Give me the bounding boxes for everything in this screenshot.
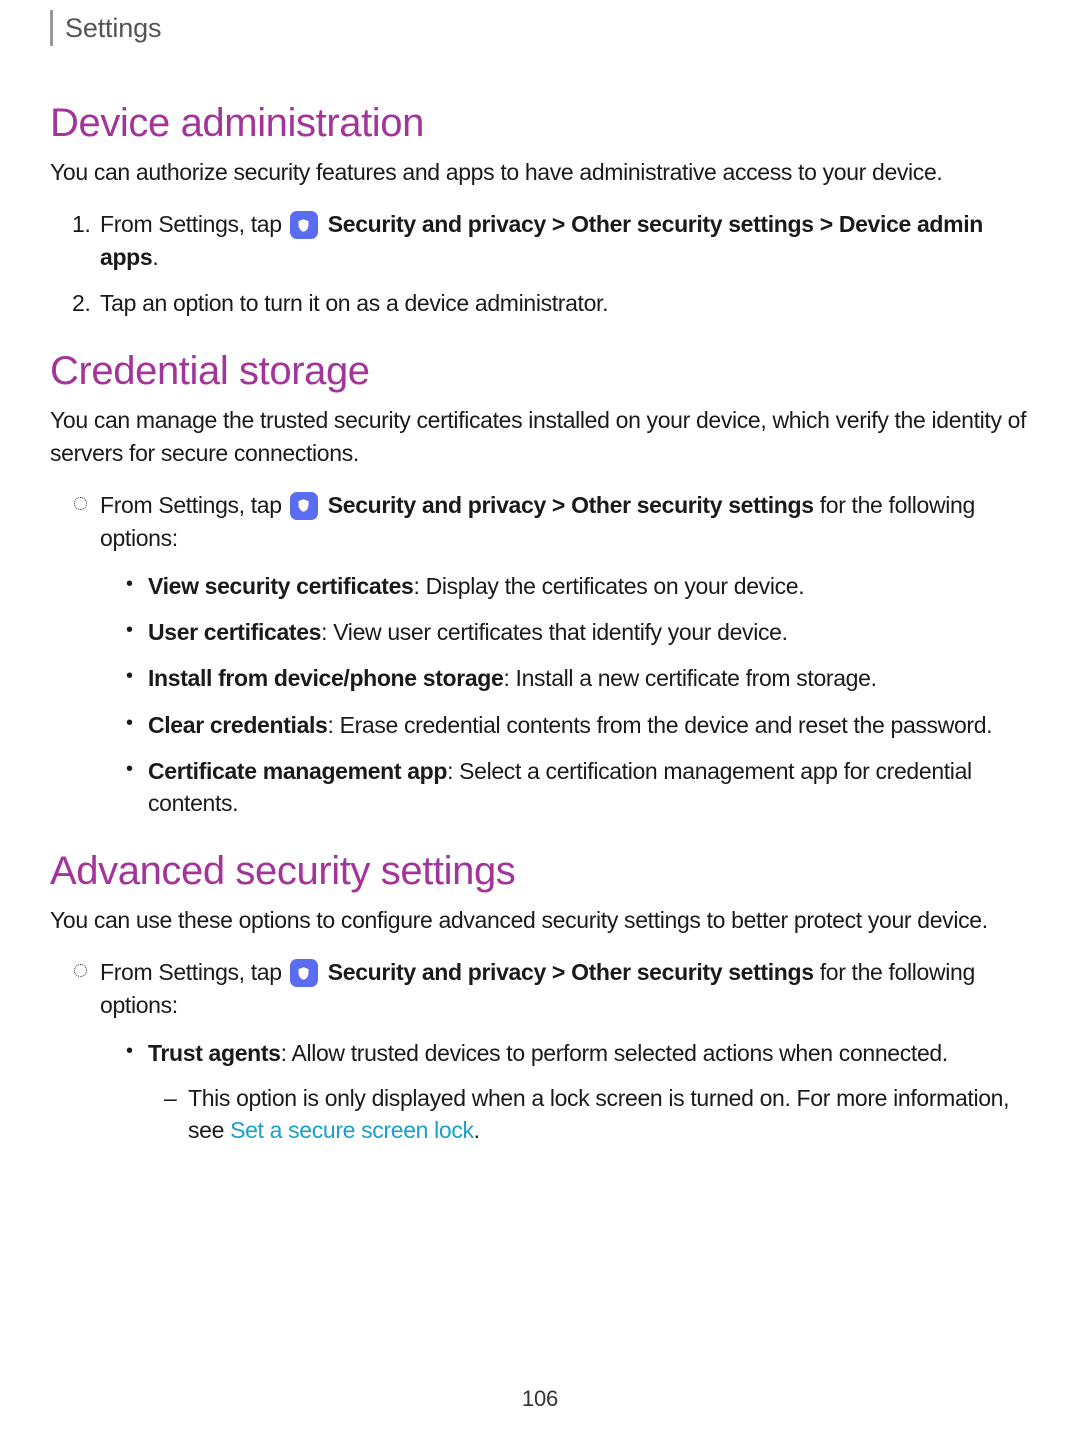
section-credential-storage: Credential storage You can manage the tr… [50, 349, 1030, 819]
bullet-prefix: From Settings, tap [100, 492, 288, 518]
step-1: From Settings, tap Security and privacy … [100, 208, 1030, 273]
option-view-security-certificates: View security certificates: Display the … [148, 570, 1030, 602]
options-advanced-security: Trust agents: Allow trusted devices to p… [100, 1037, 1030, 1146]
option-clear-credentials: Clear credentials: Erase credential cont… [148, 709, 1030, 741]
section-device-administration: Device administration You can authorize … [50, 101, 1030, 319]
option-user-certificates: User certificates: View user certificate… [148, 616, 1030, 648]
bullet-bold: Security and privacy > Other security se… [328, 959, 814, 985]
note-period: . [474, 1117, 480, 1143]
shield-icon [290, 492, 318, 520]
heading-credential-storage: Credential storage [50, 349, 1030, 394]
page-number: 106 [50, 1386, 1030, 1412]
desc-credential-storage: You can manage the trusted security cert… [50, 404, 1030, 468]
step-1-prefix: From Settings, tap [100, 211, 288, 237]
bullet-advanced-path: From Settings, tap Security and privacy … [100, 956, 1030, 1146]
shield-icon [290, 211, 318, 239]
section-advanced-security: Advanced security settings You can use t… [50, 849, 1030, 1146]
bullets-advanced-security: From Settings, tap Security and privacy … [50, 956, 1030, 1146]
breadcrumb-divider [50, 10, 53, 46]
bullet-bold: Security and privacy > Other security se… [328, 492, 814, 518]
step-1-period: . [152, 244, 158, 270]
option-install-from-storage: Install from device/phone storage: Insta… [148, 662, 1030, 694]
bullet-prefix: From Settings, tap [100, 959, 288, 985]
breadcrumb-label: Settings [65, 13, 161, 44]
link-set-secure-screen-lock[interactable]: Set a secure screen lock [230, 1117, 474, 1143]
breadcrumb: Settings [50, 10, 1030, 46]
note-lock-screen: This option is only displayed when a loc… [188, 1082, 1030, 1146]
heading-device-administration: Device administration [50, 101, 1030, 146]
options-credential-storage: View security certificates: Display the … [100, 570, 1030, 819]
option-trust-agents: Trust agents: Allow trusted devices to p… [148, 1037, 1030, 1146]
desc-device-administration: You can authorize security features and … [50, 156, 1030, 188]
desc-advanced-security: You can use these options to configure a… [50, 904, 1030, 936]
bullets-credential-storage: From Settings, tap Security and privacy … [50, 489, 1030, 819]
sub-trust-agents: This option is only displayed when a loc… [148, 1082, 1030, 1146]
shield-icon [290, 959, 318, 987]
bullet-credential-path: From Settings, tap Security and privacy … [100, 489, 1030, 819]
option-cert-management-app: Certificate management app: Select a cer… [148, 755, 1030, 819]
heading-advanced-security: Advanced security settings [50, 849, 1030, 894]
steps-device-administration: From Settings, tap Security and privacy … [50, 208, 1030, 319]
step-2: Tap an option to turn it on as a device … [100, 287, 1030, 319]
